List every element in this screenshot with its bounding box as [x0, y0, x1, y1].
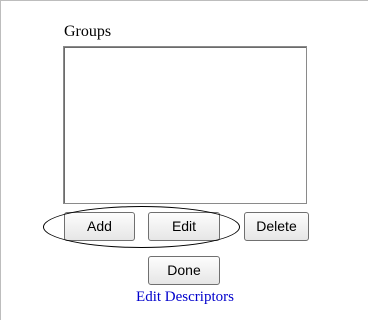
delete-button[interactable]: Delete [244, 212, 309, 241]
edit-button[interactable]: Edit [148, 212, 220, 241]
groups-listbox[interactable] [63, 46, 307, 204]
edit-descriptors-link[interactable]: Edit Descriptors [0, 289, 370, 306]
groups-label: Groups [64, 23, 112, 40]
done-button[interactable]: Done [148, 256, 220, 285]
add-button[interactable]: Add [64, 212, 135, 241]
